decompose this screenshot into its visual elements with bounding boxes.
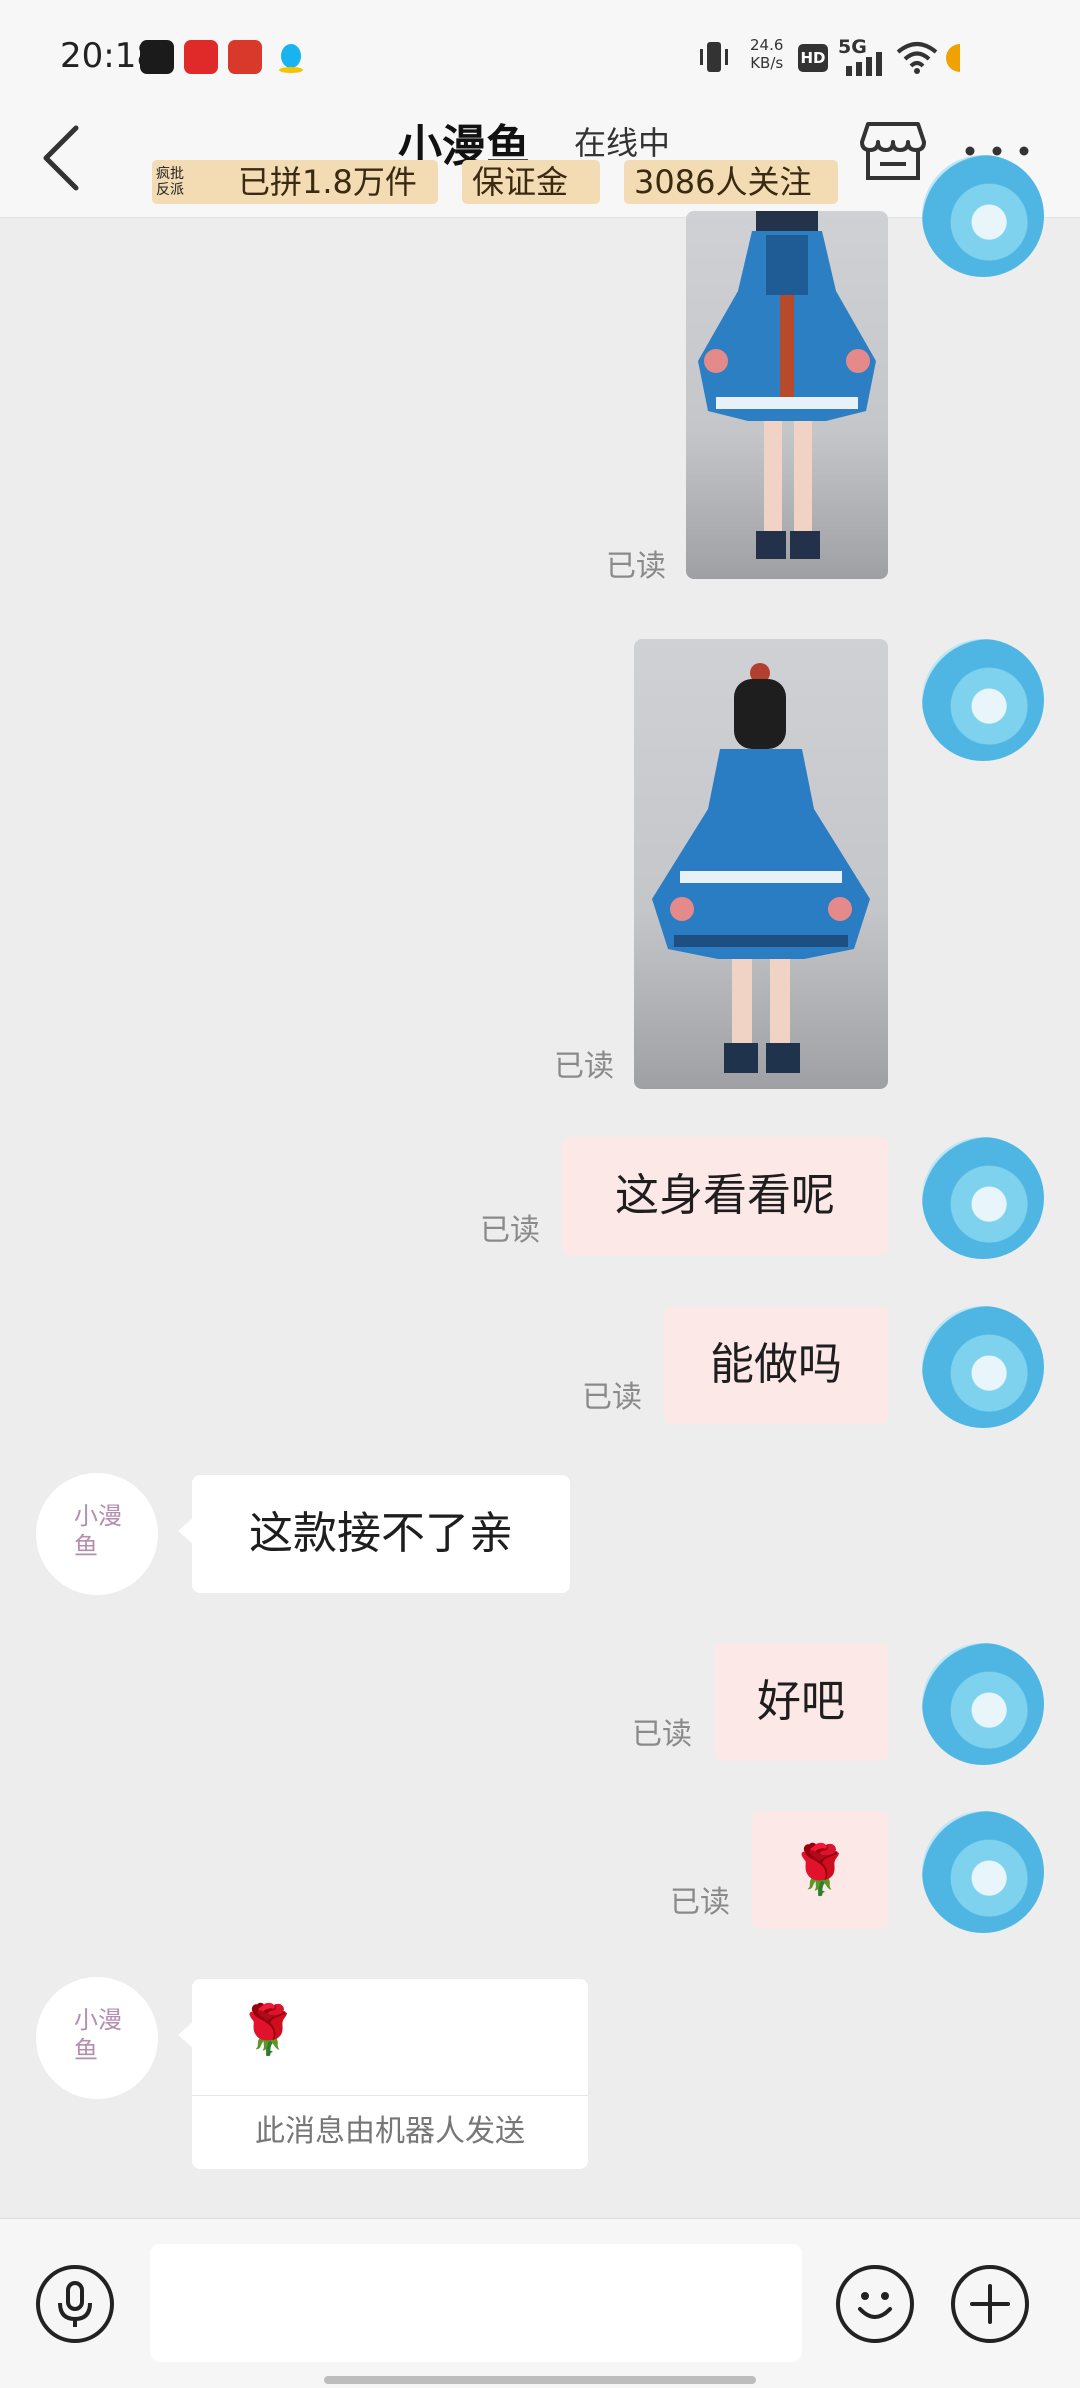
read-receipt: 已读 — [632, 1717, 692, 1752]
smiley-icon — [858, 2292, 892, 2319]
online-status: 在线中 — [574, 124, 671, 162]
shop-avatar-logo: 小漫 鱼 — [74, 1502, 122, 1560]
message-text-sent: 已读 好吧 — [0, 1643, 1080, 1765]
read-receipt: 已读 — [480, 1213, 540, 1248]
message-text-sent: 已读 这身看看呢 — [0, 1137, 1080, 1259]
vibrate-icon — [700, 42, 728, 72]
message-bubble[interactable]: 这款接不了亲 — [192, 1475, 570, 1593]
battery-icon — [946, 44, 960, 72]
wifi-icon — [896, 42, 938, 74]
outfit-photo-front[interactable] — [686, 211, 888, 579]
message-image-sent: 已读 — [0, 639, 1080, 1089]
badge-tag: 疯批 反派 — [156, 166, 184, 198]
signal-icon — [846, 52, 882, 76]
plus-circle-icon — [970, 2284, 1010, 2324]
my-avatar[interactable] — [922, 639, 1044, 761]
my-avatar[interactable] — [922, 1137, 1044, 1259]
read-receipt: 已读 — [606, 549, 666, 584]
message-text-received: 小漫 鱼 这款接不了亲 — [0, 1473, 1080, 1597]
chevron-left-icon[interactable] — [32, 118, 92, 198]
hd-badge: HD — [798, 44, 828, 72]
deposit-badge-label: 保证金 — [472, 163, 569, 201]
app-notification-icon — [184, 40, 218, 74]
status-bar: 20:18 24.6 KB/s HD 5G — [0, 0, 1080, 108]
store-icon[interactable] — [860, 118, 926, 184]
message-input[interactable] — [150, 2244, 802, 2362]
my-avatar[interactable] — [922, 155, 1044, 277]
message-bubble[interactable]: 好吧 — [714, 1643, 888, 1761]
message-text: 🌹 — [238, 2002, 298, 2058]
read-receipt: 已读 — [670, 1885, 730, 1920]
qq-icon — [279, 44, 303, 73]
more-actions-button[interactable] — [951, 2265, 1029, 2343]
microphone-icon — [58, 2281, 92, 2327]
input-bar — [0, 2218, 1080, 2388]
bot-notice: 此消息由机器人发送 — [255, 2114, 525, 2149]
my-avatar[interactable] — [922, 1306, 1044, 1428]
shop-avatar-logo: 小漫 鱼 — [74, 2006, 122, 2064]
chat-header: 小漫鱼 在线中 疯批 反派 已拼1.8万件 保证金 3086人关注 — [0, 108, 1080, 218]
message-bubble[interactable]: 能做吗 — [664, 1306, 888, 1424]
app-notification-icon — [228, 40, 262, 74]
shop-avatar[interactable]: 小漫 鱼 — [36, 1473, 158, 1595]
home-indicator[interactable] — [324, 2376, 756, 2384]
message-emoji-sent: 已读 🌹 — [0, 1811, 1080, 1933]
followers-badge-label: 3086人关注 — [634, 163, 812, 201]
outfit-back-illustration — [652, 663, 870, 1073]
voice-button[interactable] — [36, 2265, 114, 2343]
followers-badge[interactable]: 3086人关注 — [624, 160, 838, 204]
message-bubble[interactable]: 🌹 — [752, 1811, 888, 1929]
shop-avatar[interactable]: 小漫 鱼 — [36, 1977, 158, 2099]
message-bubble[interactable]: 🌹 此消息由机器人发送 — [192, 1979, 588, 2169]
sales-badge[interactable]: 疯批 反派 已拼1.8万件 — [152, 160, 438, 204]
app-notification-icon — [140, 40, 174, 74]
message-image-sent: 已读 — [0, 155, 1080, 589]
read-receipt: 已读 — [554, 1049, 614, 1084]
my-avatar[interactable] — [922, 1811, 1044, 1933]
emoji-button[interactable] — [836, 2265, 914, 2343]
chat-messages[interactable]: 已读 已读 已读 这身看看呢 已读 能做吗 小漫 鱼 这款接不了亲 已读 好吧 … — [0, 155, 1080, 2219]
message-text: 这款接不了亲 — [249, 1508, 513, 1559]
outfit-photo-back[interactable] — [634, 639, 888, 1089]
deposit-badge[interactable]: 保证金 — [462, 160, 600, 204]
message-bubble[interactable]: 这身看看呢 — [562, 1137, 888, 1255]
sales-badge-label: 已拼1.8万件 — [238, 163, 417, 201]
message-text-sent: 已读 能做吗 — [0, 1306, 1080, 1428]
message-emoji-received: 小漫 鱼 🌹 此消息由机器人发送 — [0, 1977, 1080, 2199]
net-speed: 24.6 KB/s — [750, 36, 784, 72]
read-receipt: 已读 — [582, 1380, 642, 1415]
outfit-front-illustration — [698, 211, 876, 559]
my-avatar[interactable] — [922, 1643, 1044, 1765]
